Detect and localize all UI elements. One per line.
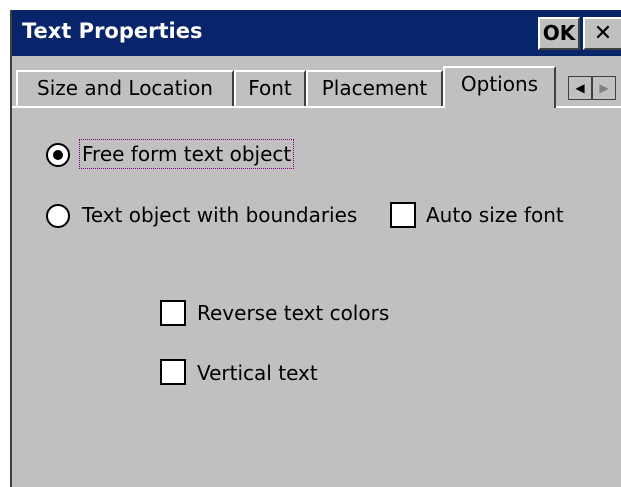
tab-size-and-location[interactable]: Size and Location xyxy=(16,70,234,106)
free-form-label[interactable]: Free form text object xyxy=(78,139,295,169)
auto-size-font-label[interactable]: Auto size font xyxy=(426,203,564,227)
tab-options[interactable]: Options xyxy=(443,66,556,108)
vertical-text-label[interactable]: Vertical text xyxy=(197,361,318,385)
tab-font[interactable]: Font xyxy=(234,70,306,106)
radio-free-form[interactable] xyxy=(46,143,70,167)
tab-placement[interactable]: Placement xyxy=(306,70,443,106)
close-button[interactable]: ✕ xyxy=(583,17,621,50)
ok-button[interactable]: OK xyxy=(538,17,580,50)
reverse-text-colors-label[interactable]: Reverse text colors xyxy=(197,301,389,325)
text-properties-dialog: Text Properties OK ✕ Size and Location F… xyxy=(10,10,621,487)
with-boundaries-label[interactable]: Text object with boundaries xyxy=(82,203,357,227)
title-bar: Text Properties OK ✕ xyxy=(12,10,621,56)
tab-scroll-left-icon[interactable]: ◀ xyxy=(568,76,592,100)
vertical-text-checkbox[interactable] xyxy=(160,359,186,385)
auto-size-font-checkbox[interactable] xyxy=(390,202,416,228)
tab-scroll-right-icon[interactable]: ▶ xyxy=(592,76,616,100)
dialog-title: Text Properties xyxy=(22,19,203,43)
tab-strip: Size and Location Font Placement Options… xyxy=(12,56,621,108)
reverse-text-colors-checkbox[interactable] xyxy=(160,300,186,326)
radio-selected-dot xyxy=(53,150,63,160)
radio-with-boundaries[interactable] xyxy=(46,204,70,228)
